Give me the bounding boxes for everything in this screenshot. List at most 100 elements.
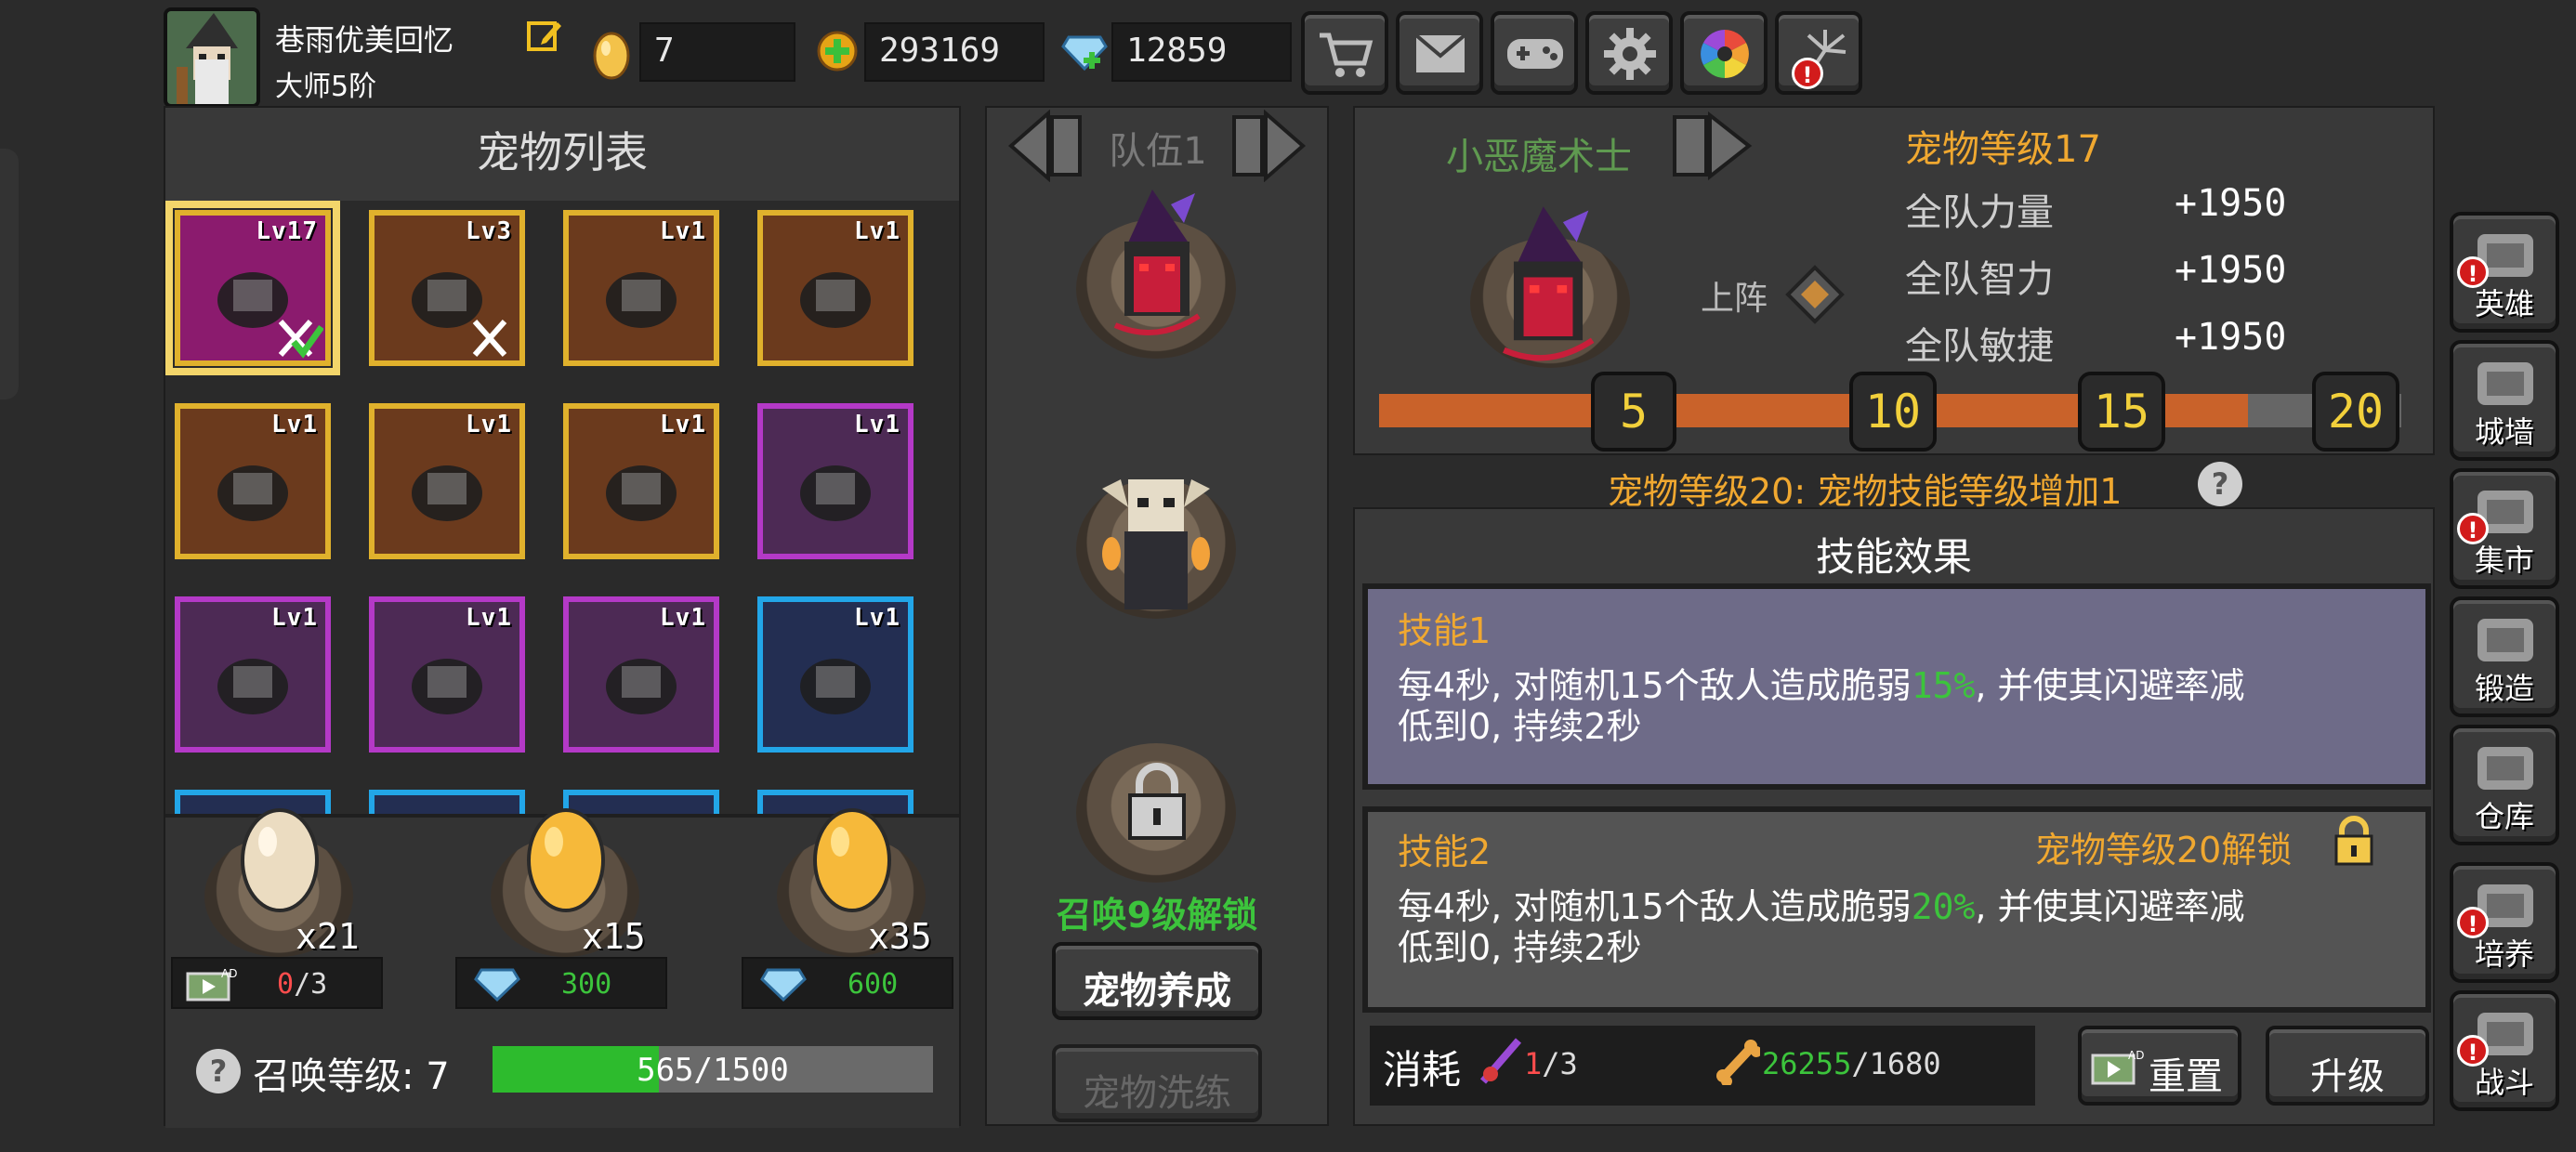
egg-counter: 7: [639, 22, 795, 82]
summon-progress-bar: 565/1500: [493, 1046, 933, 1093]
aperture-icon: [1701, 30, 1749, 78]
pet-card[interactable]: Lv3: [369, 210, 525, 366]
pet-sprite-icon: [412, 465, 482, 522]
cost-item1-have: 1: [1524, 1046, 1543, 1081]
stat-row: 全队智力 +1950: [1905, 249, 2388, 316]
alert-badge: !: [2457, 907, 2489, 938]
bonus-help-icon[interactable]: ?: [2195, 459, 2245, 509]
pet-level: Lv1: [466, 411, 512, 439]
side-nav-market[interactable]: 集市!: [2450, 468, 2559, 589]
deploy-label: 上阵: [1701, 280, 1768, 318]
stat-value: +1950: [2175, 316, 2287, 359]
team-prev-button[interactable]: [1007, 109, 1087, 183]
reset-button[interactable]: AD 重置: [2078, 1026, 2241, 1106]
egg-summon-1[interactable]: x21: [195, 799, 381, 966]
stat-row: 全队力量 +1950: [1905, 182, 2388, 249]
pet-sprite-icon: [800, 465, 871, 522]
side-nav-portal[interactable]: 战斗!: [2450, 990, 2559, 1111]
diamond-icon: [474, 968, 520, 1001]
pet-card[interactable]: Lv1: [563, 596, 719, 753]
egg-summon-2[interactable]: x15: [481, 799, 667, 966]
side-nav-warehouse[interactable]: 仓库: [2450, 725, 2559, 845]
cost-item2-need: /1680: [1851, 1046, 1941, 1081]
team-title: 队伍1: [1109, 130, 1207, 173]
games-button[interactable]: [1491, 11, 1578, 95]
gold-add-icon[interactable]: [816, 30, 859, 72]
arrow-right-icon: [1232, 109, 1307, 183]
egg-cost-text-2: 300: [561, 968, 612, 1001]
gold-egg-icon: [813, 808, 891, 912]
stat-value: +1950: [2175, 182, 2287, 225]
pet-card[interactable]: Lv1: [757, 210, 913, 366]
arrow-left-icon: [1007, 109, 1082, 183]
shop-button[interactable]: [1301, 11, 1388, 95]
alert-badge: !: [2457, 256, 2489, 288]
pet-card[interactable]: Lv1: [175, 403, 331, 559]
skill2-desc-c: 低到0, 持续2秒: [1398, 927, 1642, 968]
pet-level: Lv3: [466, 217, 512, 245]
pet-refine-label: 宠物洗练: [1083, 1072, 1231, 1115]
skill2-name: 技能2: [1398, 831, 1492, 872]
gold-counter: 293169: [864, 22, 1045, 82]
side-nav-wall[interactable]: 城墙: [2450, 340, 2559, 461]
pet-card[interactable]: Lv1: [563, 210, 719, 366]
summon-help-icon[interactable]: ?: [193, 1046, 243, 1096]
pet-level: Lv1: [854, 411, 900, 439]
pet-card[interactable]: Lv1: [175, 596, 331, 753]
skill1-pct: 15%: [1911, 665, 1976, 706]
bone-icon: [1716, 1040, 1760, 1085]
wizard-avatar-icon: [167, 11, 256, 104]
pet-level: Lv1: [271, 411, 318, 439]
player-name: 巷雨优美回忆: [275, 22, 454, 58]
next-pet-button[interactable]: [1669, 111, 1755, 181]
mail-icon: [1414, 33, 1466, 72]
side-nav-label: 锻造: [2474, 671, 2534, 706]
side-nav-label: 城墙: [2474, 414, 2534, 450]
warehouse-icon: [2477, 747, 2533, 790]
gold-egg-icon: [527, 808, 605, 912]
egg-summon-3[interactable]: x35: [768, 799, 953, 966]
ad-max-count: /3: [294, 968, 328, 1001]
stat-value: +1950: [2175, 249, 2287, 292]
pet-level: Lv1: [466, 604, 512, 632]
pet-nurture-button[interactable]: 宠物养成: [1052, 942, 1262, 1020]
pet-card[interactable]: Lv1: [369, 403, 525, 559]
side-nav-helmet[interactable]: 英雄!: [2450, 212, 2559, 333]
diamond-amount: 12859: [1126, 32, 1228, 70]
upgrade-button[interactable]: 升级: [2266, 1026, 2429, 1106]
pet-card[interactable]: Lv1: [757, 403, 913, 559]
pet-card[interactable]: Lv17: [165, 201, 340, 375]
settings-button[interactable]: [1585, 11, 1673, 95]
team-next-button[interactable]: [1227, 109, 1307, 183]
skull-reaper-pet-sprite: [1102, 479, 1210, 609]
diamond-toggle-icon: [1785, 265, 1845, 324]
side-nav-anvil[interactable]: 锻造: [2450, 596, 2559, 717]
aperture-button[interactable]: [1680, 11, 1768, 95]
skill2-desc-a: 每4秒, 对随机15个敌人造成脆弱: [1398, 886, 1912, 927]
edit-name-icon[interactable]: [526, 17, 563, 54]
pet-card[interactable]: Lv1: [369, 596, 525, 753]
deploy-toggle[interactable]: [1784, 264, 1846, 325]
egg-cost-text-3: 600: [848, 968, 899, 1001]
svg-text:?: ?: [2212, 466, 2229, 502]
skill1-desc-c: 低到0, 持续2秒: [1398, 706, 1642, 747]
pet-refine-button[interactable]: 宠物洗练: [1052, 1044, 1262, 1122]
side-nav: 英雄! 城墙集市! 锻造仓库培养! 战斗!: [2450, 212, 2565, 1141]
events-alert-badge: !: [1792, 58, 1823, 89]
mail-button[interactable]: [1396, 11, 1483, 95]
egg-cost-2: 300: [455, 957, 667, 1009]
pet-card[interactable]: Lv1: [757, 596, 913, 753]
diamond-add-icon[interactable]: [1061, 32, 1108, 72]
summon-progress-text: 565/1500: [637, 1052, 789, 1089]
events-button[interactable]: !: [1775, 11, 1862, 95]
reset-potion-icon: [1479, 1038, 1522, 1084]
imp-warlock-portrait: [1503, 206, 1595, 361]
pet-level: Lv1: [854, 217, 900, 245]
side-nav-trophy[interactable]: 培养!: [2450, 862, 2559, 983]
pet-card[interactable]: Lv1: [563, 403, 719, 559]
pet-level: Lv17: [256, 217, 318, 245]
white-egg-icon: [241, 808, 319, 912]
svg-text:AD: AD: [221, 967, 237, 980]
wall-icon: [2477, 362, 2533, 405]
avatar[interactable]: [164, 7, 260, 108]
